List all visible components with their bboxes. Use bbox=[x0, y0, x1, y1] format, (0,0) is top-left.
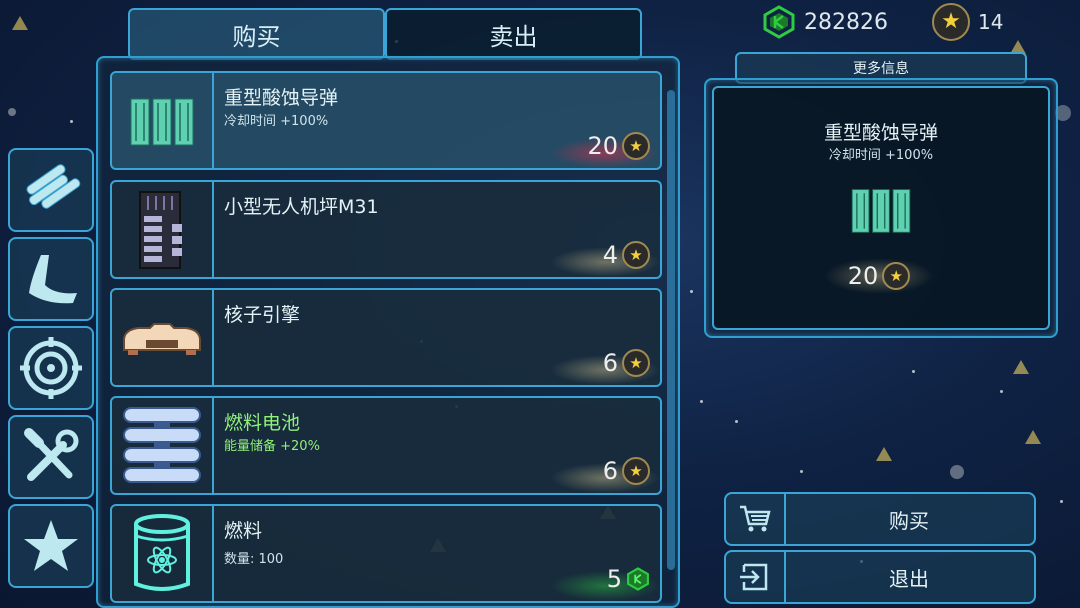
list-scrollbar[interactable] bbox=[667, 90, 675, 570]
category-weapons[interactable] bbox=[8, 326, 94, 410]
detail-stat: 冷却时间 +100% bbox=[828, 148, 934, 163]
item-icon-box bbox=[112, 506, 214, 601]
star-icon bbox=[24, 520, 78, 571]
price-value: 5 bbox=[606, 565, 622, 593]
tab-sell[interactable]: 卖出 bbox=[385, 8, 642, 60]
gem-counter: 282826 bbox=[762, 4, 888, 40]
exit-button[interactable]: 退出 bbox=[724, 550, 1036, 604]
item-price: 6 ★ bbox=[550, 349, 660, 385]
buy-icon-box bbox=[726, 494, 786, 544]
item-stat: 数量: 100 bbox=[224, 552, 284, 567]
buy-button[interactable]: 购买 bbox=[724, 492, 1036, 546]
price-value: 4 bbox=[602, 241, 618, 269]
hull-wing-icon bbox=[29, 255, 77, 304]
green-gem-icon bbox=[626, 567, 650, 591]
missile-pods-icon bbox=[851, 189, 911, 233]
missile-pods-icon bbox=[130, 98, 194, 145]
star-coin-icon: ★ bbox=[932, 3, 970, 41]
item-name: 燃料 bbox=[224, 520, 263, 542]
item-icon-box bbox=[112, 73, 214, 168]
green-gem-icon bbox=[763, 5, 795, 39]
nuclear-engine-icon bbox=[123, 322, 201, 355]
list-item[interactable]: 核子引擎 6 ★ bbox=[110, 288, 662, 387]
list-item[interactable]: 重型酸蚀导弹 冷却时间 +100% 20 ★ bbox=[110, 71, 662, 170]
fuel-barrel-icon bbox=[134, 513, 190, 591]
item-name: 燃料电池 bbox=[224, 412, 301, 434]
exit-icon bbox=[740, 563, 768, 591]
star-coin-icon: ★ bbox=[622, 132, 650, 160]
star-coin-icon: ★ bbox=[882, 262, 911, 290]
list-item[interactable]: 小型无人机坪M31 4 ★ bbox=[110, 180, 662, 279]
detail-price: 20 ★ bbox=[824, 258, 934, 294]
item-icon-box bbox=[112, 290, 214, 385]
cart-icon bbox=[740, 505, 771, 532]
list-item[interactable]: 燃料 数量: 100 5 bbox=[110, 504, 662, 603]
detail-name: 重型酸蚀导弹 bbox=[823, 122, 938, 144]
star-coin-icon: ★ bbox=[622, 241, 650, 269]
category-hull[interactable] bbox=[8, 237, 94, 321]
price-value: 6 bbox=[602, 457, 618, 485]
detail-price-value: 20 bbox=[847, 262, 879, 290]
item-stat: 冷却时间 +100% bbox=[224, 114, 329, 129]
buy-button-label: 购买 bbox=[889, 508, 929, 533]
item-price: 6 ★ bbox=[550, 457, 660, 493]
item-price: 5 bbox=[550, 565, 660, 601]
target-icon bbox=[20, 337, 82, 399]
missiles-icon bbox=[26, 164, 81, 209]
item-price: 4 ★ bbox=[550, 241, 660, 277]
tab-buy[interactable]: 购买 bbox=[128, 8, 385, 60]
item-icon-box bbox=[112, 182, 214, 277]
star-coin-icon: ★ bbox=[622, 457, 650, 485]
exit-button-label: 退出 bbox=[889, 566, 929, 591]
category-special[interactable] bbox=[8, 504, 94, 588]
star-count: 14 bbox=[978, 10, 1004, 34]
more-info-label: 更多信息 bbox=[853, 61, 909, 77]
category-missiles[interactable] bbox=[8, 148, 94, 232]
fuel-cell-icon bbox=[123, 406, 201, 483]
tools-icon bbox=[24, 428, 79, 481]
price-value: 20 bbox=[587, 132, 618, 160]
star-counter: ★ 14 bbox=[932, 3, 1004, 41]
item-stat: 能量储备 +20% bbox=[224, 439, 320, 454]
star-coin-icon: ★ bbox=[622, 349, 650, 377]
price-value: 6 bbox=[602, 349, 618, 377]
item-name: 重型酸蚀导弹 bbox=[224, 87, 339, 109]
category-tools[interactable] bbox=[8, 415, 94, 499]
list-item[interactable]: 燃料电池 能量储备 +20% 6 ★ bbox=[110, 396, 662, 495]
item-name: 小型无人机坪M31 bbox=[224, 196, 379, 218]
detail-inner: 重型酸蚀导弹 冷却时间 +100% 20 ★ bbox=[712, 86, 1050, 330]
exit-icon-box bbox=[726, 552, 786, 602]
item-name: 核子引擎 bbox=[224, 304, 301, 326]
drone-bay-icon bbox=[139, 190, 182, 269]
item-icon-box bbox=[112, 398, 214, 493]
item-price: 20 ★ bbox=[550, 132, 660, 168]
gem-count: 282826 bbox=[804, 9, 888, 35]
